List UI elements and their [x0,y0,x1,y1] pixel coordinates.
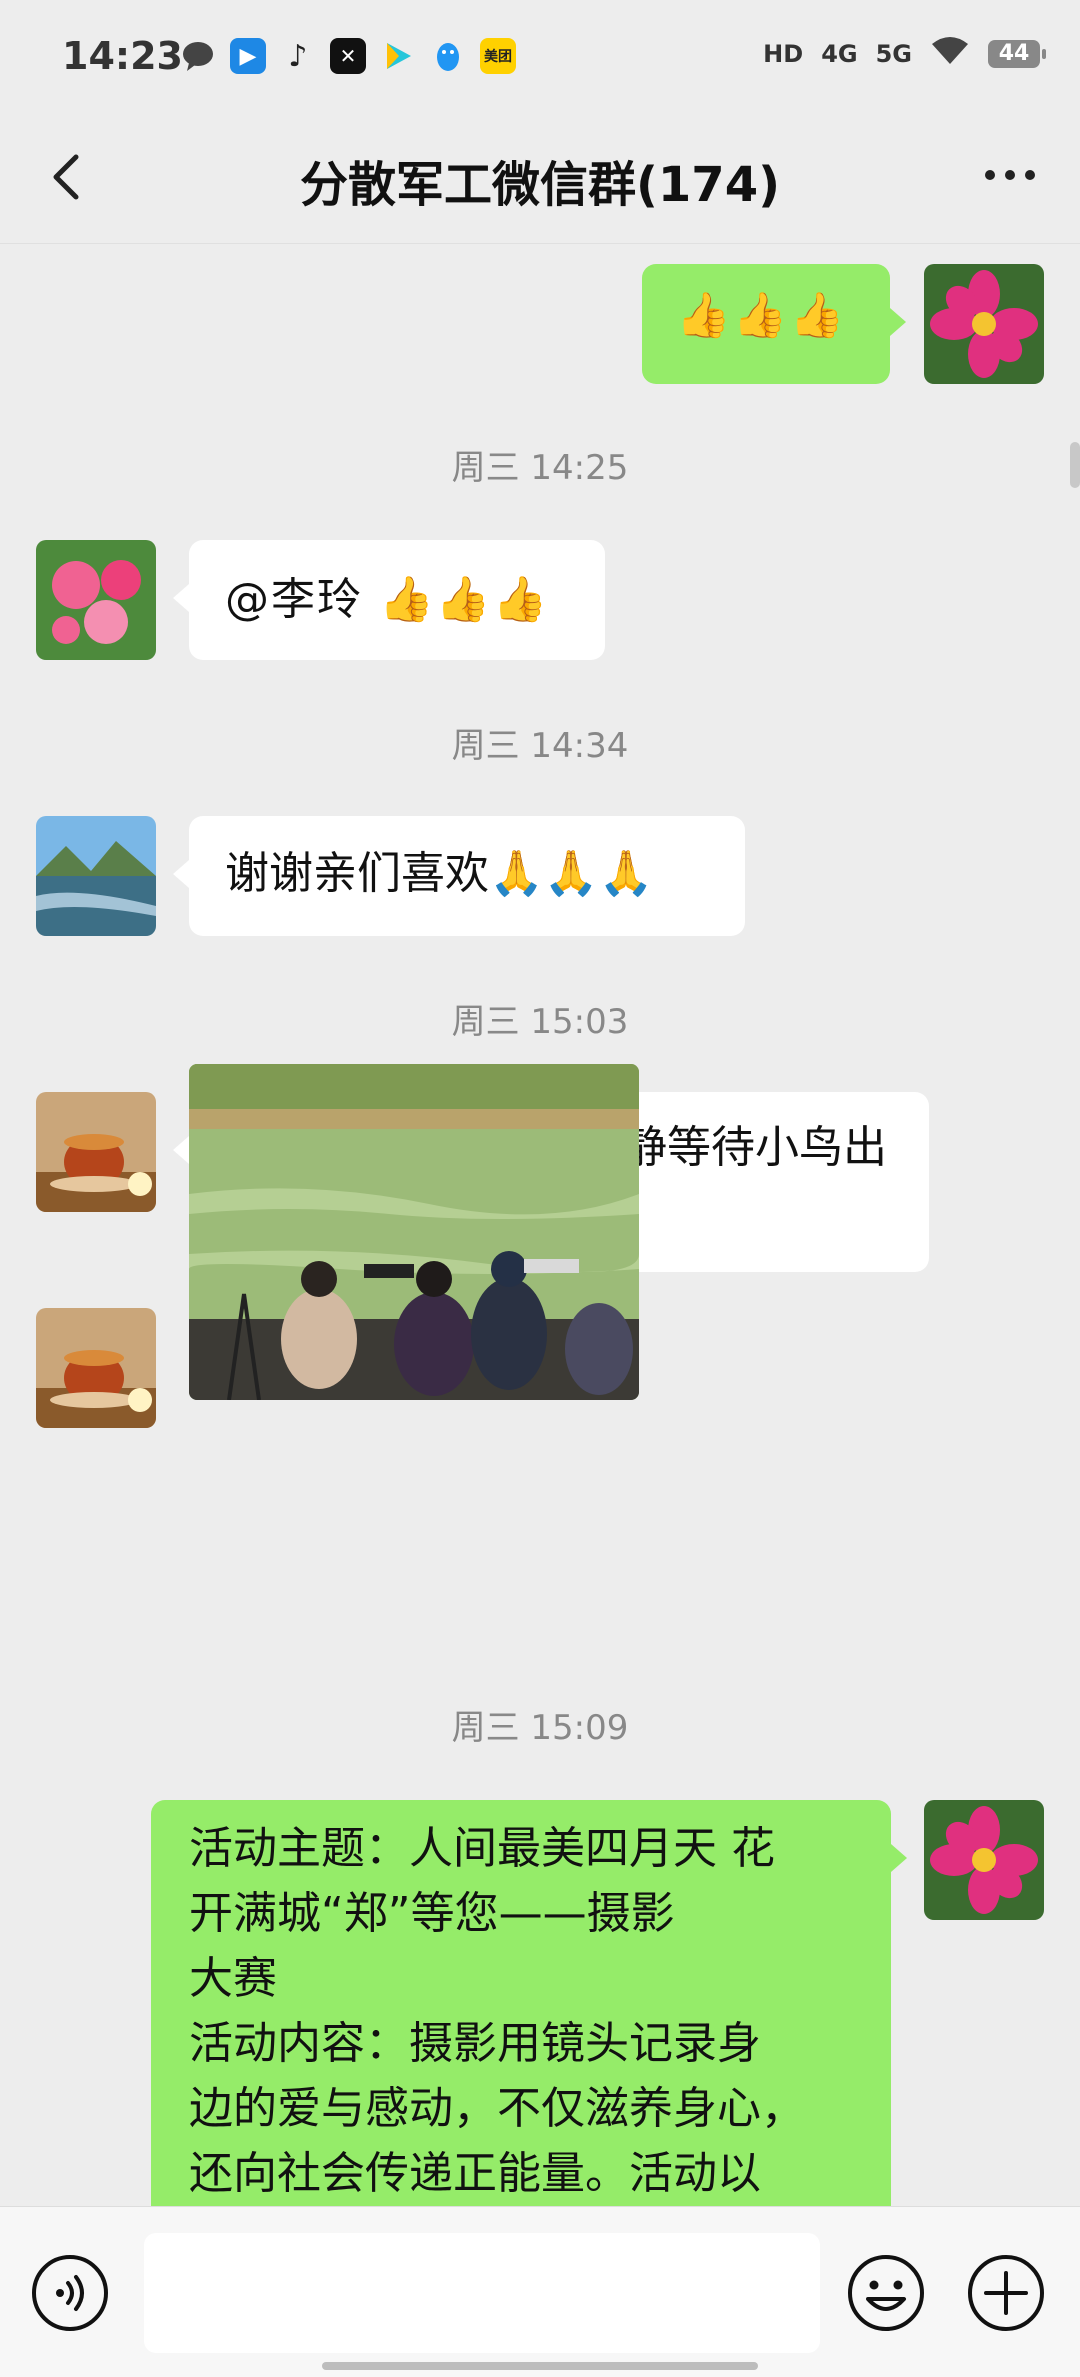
voice-button[interactable] [30,2253,110,2333]
status-time: 14:23 [62,34,183,78]
scrollbar[interactable] [1070,442,1080,488]
battery-icon: 44 [988,40,1046,68]
signal-4g-icon: 4G [821,40,858,68]
home-indicator[interactable] [322,2362,758,2370]
bluebird-app-icon: ▶ [230,38,266,74]
message-text: @李玲 👍👍👍 [225,574,550,625]
mountain-river-avatar[interactable] [36,816,156,936]
message-bubble-outgoing[interactable]: 活动主题：人间最美四月天 花 开满城“郑”等您——摄影 大赛 活动内容：摄影用镜… [151,1800,907,2206]
message-line: 活动内容：摄影用镜头记录身 [189,2018,761,2069]
status-app-icons: ▶ ♪ ✕ 美团 [180,38,516,74]
message-line: 开满城“郑”等您——摄影 [189,1888,675,1939]
hd-icon: HD [763,40,804,68]
message-line: 大赛 [189,1953,277,2004]
message-bubble-outgoing[interactable]: 👍👍👍 [642,264,906,384]
plus-icon [968,2255,1044,2331]
message-text: 👍👍👍 [676,290,847,341]
video-player-icon [380,38,416,74]
tiktok-icon: ♪ [288,38,308,74]
signal-5g-icon: 5G [875,40,912,68]
message-line: 活动主题：人间最美四月天 花 [189,1823,775,1874]
emoji-button[interactable] [846,2253,926,2333]
voice-icon [32,2255,108,2331]
wifi-icon [930,36,970,72]
qq-penguin-icon [430,38,466,74]
meituan-icon: 美团 [480,38,516,74]
status-right: HD 4G 5G 44 [763,36,1046,72]
message-line: 还向社会传递正能量。活动以 [189,2148,761,2199]
pink-cosmos-flower-avatar[interactable] [924,1800,1044,1920]
capcut-icon: ✕ [330,38,366,74]
message-input[interactable] [144,2233,820,2353]
emoji-icon [848,2255,924,2331]
message-bubble-incoming[interactable]: @李玲 👍👍👍 [173,540,605,660]
timestamp: 周三 14:34 [451,726,629,766]
plus-button[interactable] [966,2253,1046,2333]
timestamp: 周三 15:09 [451,1708,629,1748]
pink-cosmos-flower-avatar[interactable] [924,264,1044,384]
tea-cup-avatar[interactable] [36,1308,156,1428]
tea-cup-avatar[interactable] [36,1092,156,1212]
message-bubble-incoming[interactable]: 谢谢亲们喜欢🙏🙏🙏 [173,816,745,936]
message-line: 边的爱与感动，不仅滋养身心， [189,2083,805,2134]
more-dots-icon [985,170,1035,180]
more-button[interactable] [980,155,1040,195]
message-text: 谢谢亲们喜欢🙏🙏🙏 [225,848,654,899]
pink-roses-avatar[interactable] [36,540,156,660]
message-list[interactable]: 👍👍👍 周三 14:25 @李玲 👍👍👍 周三 14:34 谢谢亲们喜欢🙏🙏🙏 … [0,244,1080,2206]
lake-photographers-photo[interactable] [189,1064,639,1400]
chat-header: 分散军工微信群(174) [0,115,1080,244]
input-bar [0,2206,1080,2377]
chat-bubble-icon [180,38,216,74]
status-bar: 14:23 ▶ ♪ ✕ 美团 HD 4G 5G 44 [0,0,1080,115]
timestamp: 周三 14:25 [451,448,629,488]
group-title: 分散军工微信群(174) [299,157,781,213]
timestamp: 周三 15:03 [451,1002,629,1042]
